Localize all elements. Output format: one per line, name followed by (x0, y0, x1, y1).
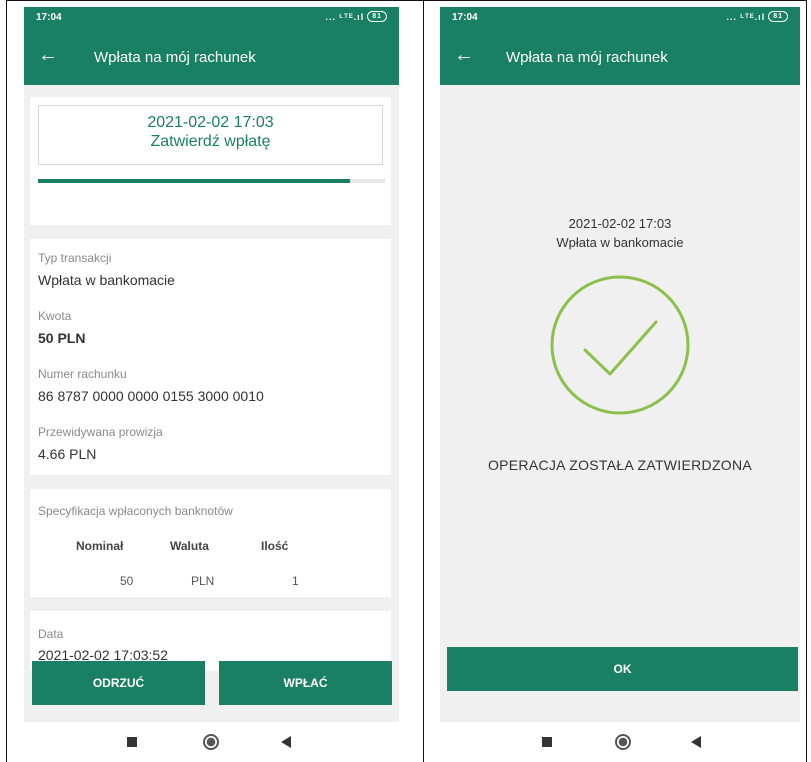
page-title: Wpłata na mój rachunek (506, 49, 668, 66)
commission-label: Przewidywana prowizja (38, 425, 163, 439)
signal-icon: ... ᴸᵀᴱ.ıl (726, 11, 766, 22)
timeout-progress-fill (38, 179, 351, 183)
spec-cell-count: 1 (292, 574, 299, 588)
transaction-type-label: Typ transakcji (38, 251, 112, 265)
confirm-box: 2021-02-02 17:03 Zatwierdź wpłatę (38, 105, 383, 165)
app-bar: ← Wpłata na mój rachunek (440, 29, 800, 85)
deposit-button[interactable]: WPŁAĆ (219, 661, 392, 705)
confirm-deposit-screen: 17:04 ... ᴸᵀᴱ.ıl 81 ← Wpłata na mój rach… (24, 7, 399, 762)
status-time: 17:04 (452, 12, 478, 23)
content-area: 2021-02-02 17:03 Wpłata w bankomacie OPE… (440, 85, 800, 722)
amount-label: Kwota (38, 309, 72, 323)
checkmark-circle-icon (550, 275, 690, 415)
spec-cell-nominal: 50 (120, 574, 134, 588)
app-bar: ← Wpłata na mój rachunek (24, 29, 399, 85)
arrow-left-icon[interactable]: ← (454, 43, 474, 67)
confirm-action-label: Zatwierdź wpłatę (150, 133, 271, 150)
status-bar: 17:04 ... ᴸᵀᴱ.ıl 81 (24, 7, 399, 29)
commission-value: 4.66 PLN (38, 446, 97, 462)
ok-button[interactable]: OK (447, 647, 798, 691)
success-checkmark (583, 320, 658, 376)
success-circle (550, 275, 690, 415)
content-area[interactable]: 2021-02-02 17:03 Zatwierdź wpłatę Typ tr… (24, 85, 399, 722)
frame-top-border (6, 0, 807, 1)
home-icon[interactable] (615, 734, 631, 750)
spec-header-count: Ilość (261, 539, 289, 553)
success-message: OPERACJA ZOSTAŁA ZATWIERDZONA (487, 457, 753, 473)
screenshot-frame: 17:04 ... ᴸᵀᴱ.ıl 81 ← Wpłata na mój rach… (0, 0, 811, 762)
status-time: 17:04 (36, 12, 62, 23)
timeout-progress-bar (38, 179, 385, 183)
reject-button[interactable]: ODRZUĆ (32, 661, 205, 705)
battery-icon: 81 (768, 11, 788, 22)
status-bar: 17:04 ... ᴸᵀᴱ.ıl 81 (440, 7, 800, 29)
account-number-label: Numer rachunku (38, 367, 127, 381)
spec-header-currency: Waluta (170, 539, 209, 553)
frame-right-border (806, 0, 807, 762)
confirm-date: 2021-02-02 17:03 (147, 114, 274, 131)
battery-icon: 81 (367, 11, 387, 22)
account-number-value: 86 8787 0000 0000 0155 3000 0010 (38, 388, 264, 404)
date-label: Data (38, 627, 64, 641)
system-nav-bar (440, 722, 800, 762)
arrow-left-icon[interactable]: ← (38, 43, 58, 67)
frame-left-border (6, 0, 7, 762)
recent-apps-icon[interactable] (127, 737, 137, 747)
amount-value: 50 PLN (38, 330, 86, 346)
success-date: 2021-02-02 17:03 (568, 216, 672, 231)
recent-apps-icon[interactable] (542, 737, 552, 747)
banknotes-spec-card: Specyfikacja wpłaconych banknotów Nomina… (30, 489, 391, 597)
home-icon[interactable] (203, 734, 219, 750)
success-subtitle: Wpłata w bankomacie (556, 235, 684, 250)
signal-icon: ... ᴸᵀᴱ.ıl (325, 11, 365, 22)
confirm-card: 2021-02-02 17:03 Zatwierdź wpłatę (30, 97, 391, 225)
system-nav-bar (24, 722, 399, 762)
transaction-details-card: Typ transakcji Wpłata w bankomacie Kwota… (30, 239, 391, 475)
deposit-confirmed-screen: 17:04 ... ᴸᵀᴱ.ıl 81 ← Wpłata na mój rach… (440, 7, 800, 762)
status-indicators: ... ᴸᵀᴱ.ıl 81 (727, 11, 788, 22)
spec-header-nominal: Nominał (76, 539, 124, 553)
transaction-type-value: Wpłata w bankomacie (38, 272, 175, 288)
page-title: Wpłata na mój rachunek (94, 49, 256, 66)
back-icon[interactable] (691, 736, 701, 748)
spec-cell-currency: PLN (191, 574, 215, 588)
spec-title: Specyfikacja wpłaconych banknotów (38, 504, 233, 518)
status-indicators: ... ᴸᵀᴱ.ıl 81 (326, 11, 387, 22)
frame-divider (423, 0, 424, 762)
back-icon[interactable] (281, 736, 291, 748)
